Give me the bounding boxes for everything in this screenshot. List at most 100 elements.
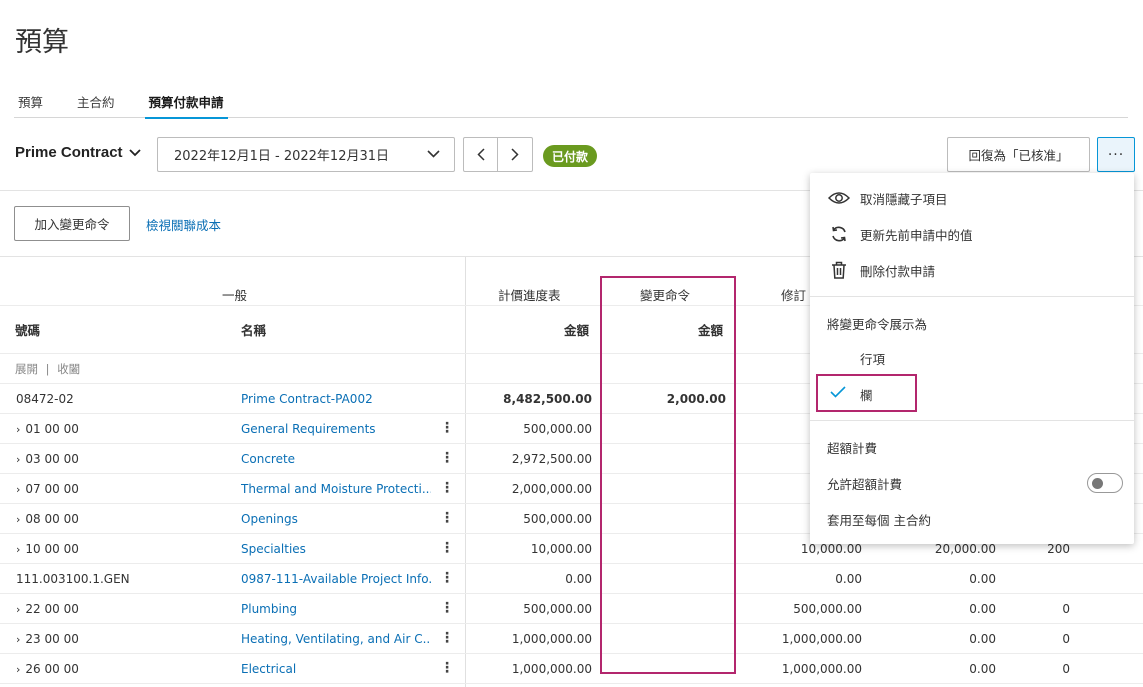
chevron-right-icon[interactable]: ›: [16, 513, 20, 526]
menu-refresh-values[interactable]: 更新先前申請中的值: [810, 216, 1134, 252]
revised-header: 修訂: [781, 288, 807, 303]
row-menu-icon[interactable]: ⋮: [440, 510, 454, 526]
table-row[interactable]: › 26 00 00 Electrical ⋮ 1,000,000.00 1,000,00…: [0, 654, 1143, 684]
row-name-link[interactable]: Heating, Ventilating, and Air C...: [241, 632, 431, 646]
schedule-amount: 8,482,500.00: [503, 392, 592, 406]
tab-bar: 預算 主合約 預算付款申請: [14, 90, 1128, 119]
eye-icon: [828, 187, 850, 209]
row-code: › 10 00 00: [16, 542, 79, 556]
chevron-right-icon[interactable]: ›: [16, 603, 20, 616]
row-name-link[interactable]: Electrical: [241, 662, 431, 676]
row-name-link[interactable]: Plumbing: [241, 602, 431, 616]
schedule-amount: 1,000,000.00: [511, 632, 592, 646]
extra-amount-2: 0: [1062, 632, 1070, 646]
chevron-down-icon: [427, 147, 440, 161]
allow-overbilling-toggle[interactable]: [1087, 473, 1123, 493]
row-menu-icon[interactable]: ⋮: [440, 540, 454, 556]
row-code: › 03 00 00: [16, 452, 79, 466]
next-period-button[interactable]: [498, 138, 532, 171]
date-range-value: 2022年12月1日 - 2022年12月31日: [174, 149, 390, 164]
name-column-header[interactable]: 名稱: [241, 320, 266, 339]
contract-label: Prime Contract: [15, 144, 123, 161]
checkmark-icon: [830, 384, 846, 402]
row-menu-icon[interactable]: ⋮: [440, 660, 454, 676]
row-menu-icon[interactable]: ⋮: [440, 420, 454, 436]
schedule-amount-header[interactable]: 金額: [564, 320, 589, 339]
table-row[interactable]: 111.003100.1.GEN 0987-111-Available Proje…: [0, 564, 1143, 594]
row-menu-icon[interactable]: ⋮: [440, 450, 454, 466]
extra-amount-2: 0: [1062, 662, 1070, 676]
add-change-order-button[interactable]: 加入變更命令: [14, 206, 130, 241]
extra-amount: 0.00: [969, 602, 996, 616]
schedule-amount: 500,000.00: [523, 602, 592, 616]
row-menu-icon[interactable]: ⋮: [440, 480, 454, 496]
row-code: 08472-02: [16, 392, 74, 406]
row-code: › 08 00 00: [16, 512, 79, 526]
chevron-right-icon: [511, 148, 519, 161]
schedule-of-values-header: 計價進度表: [498, 288, 561, 303]
row-code: › 01 00 00: [16, 422, 79, 436]
separator: |: [45, 362, 50, 376]
extra-amount: 20,000.00: [934, 542, 996, 556]
schedule-amount: 2,972,500.00: [511, 452, 592, 466]
tab-budget[interactable]: 預算: [14, 90, 47, 118]
status-badge: 已付款: [543, 145, 598, 167]
revised-amount: 10,000.00: [800, 542, 862, 556]
page-title: 預算: [15, 27, 69, 58]
view-related-costs-link[interactable]: 檢視關聯成本: [146, 215, 221, 234]
chevron-right-icon[interactable]: ›: [16, 543, 20, 556]
schedule-amount: 10,000.00: [530, 542, 592, 556]
row-name-link[interactable]: Openings: [241, 512, 431, 526]
trash-icon: [828, 259, 850, 281]
table-row[interactable]: › 22 00 00 Plumbing ⋮ 500,000.00 500,000.00 0.…: [0, 594, 1143, 624]
row-name-link[interactable]: 0987-111-Available Project Info...: [241, 572, 431, 586]
chevron-down-icon: [128, 146, 141, 160]
collapse-all-link[interactable]: 收闔: [57, 362, 80, 376]
period-pager: [463, 137, 533, 172]
row-name-link[interactable]: Concrete: [241, 452, 431, 466]
row-name-link[interactable]: Specialties: [241, 542, 431, 556]
schedule-amount: 0.00: [565, 572, 592, 586]
contract-dropdown[interactable]: Prime Contract: [15, 144, 141, 161]
menu-unhide-children[interactable]: 取消隱藏子項目: [810, 180, 1134, 216]
revert-to-approved-button[interactable]: 回復為「已核准」: [947, 137, 1090, 172]
row-menu-icon[interactable]: ⋮: [440, 570, 454, 586]
revised-amount: 1,000,000.00: [781, 632, 862, 646]
row-code: › 07 00 00: [16, 482, 79, 496]
chevron-right-icon[interactable]: ›: [16, 633, 20, 646]
prev-period-button[interactable]: [464, 138, 499, 171]
extra-amount: 0.00: [969, 662, 996, 676]
row-menu-icon[interactable]: ⋮: [440, 600, 454, 616]
chevron-right-icon[interactable]: ›: [16, 663, 20, 676]
table-row[interactable]: › 23 00 00 Heating, Ventilating, and Air C…: [0, 624, 1143, 654]
number-column-header[interactable]: 號碼: [15, 320, 40, 339]
tab-prime-contract[interactable]: 主合約: [73, 90, 119, 118]
chevron-right-icon[interactable]: ›: [16, 423, 20, 436]
menu-delete-request[interactable]: 刪除付款申請: [810, 252, 1134, 288]
row-name-link[interactable]: General Requirements: [241, 422, 431, 436]
schedule-amount: 500,000.00: [523, 422, 592, 436]
revised-amount: 1,000,000.00: [781, 662, 862, 676]
more-options-button[interactable]: ···: [1097, 137, 1135, 172]
row-code: › 22 00 00: [16, 602, 79, 616]
change-order-amount-header[interactable]: 金額: [698, 320, 723, 339]
menu-apply-to-each-label[interactable]: 套用至每個 主合約: [827, 510, 931, 529]
tab-budget-payment-request[interactable]: 預算付款申請: [144, 90, 228, 119]
menu-option-line-item[interactable]: 行項: [860, 349, 885, 368]
chevron-right-icon[interactable]: ›: [16, 483, 20, 496]
expand-all-link[interactable]: 展開: [15, 362, 38, 376]
chevron-left-icon: [476, 148, 485, 161]
row-name-link[interactable]: Thermal and Moisture Protecti...: [241, 482, 431, 496]
chevron-right-icon[interactable]: ›: [16, 453, 20, 466]
more-options-menu: 取消隱藏子項目 更新先前申請中的值 刪除付款申請 將變更命令展示為 行項 欄 超…: [810, 173, 1134, 544]
extra-amount-2: 200: [1047, 542, 1070, 556]
extra-amount-2: 0: [1062, 602, 1070, 616]
menu-overbilling-label: 超額計費: [827, 441, 878, 456]
row-name-link[interactable]: Prime Contract-PA002: [241, 392, 431, 406]
menu-display-co-label: 將變更命令展示為: [827, 317, 928, 332]
menu-divider: [810, 420, 1134, 421]
change-order-header: 變更命令: [640, 288, 691, 303]
date-range-select[interactable]: 2022年12月1日 - 2022年12月31日: [157, 137, 455, 172]
row-menu-icon[interactable]: ⋮: [440, 630, 454, 646]
menu-option-column[interactable]: 欄: [860, 385, 873, 404]
